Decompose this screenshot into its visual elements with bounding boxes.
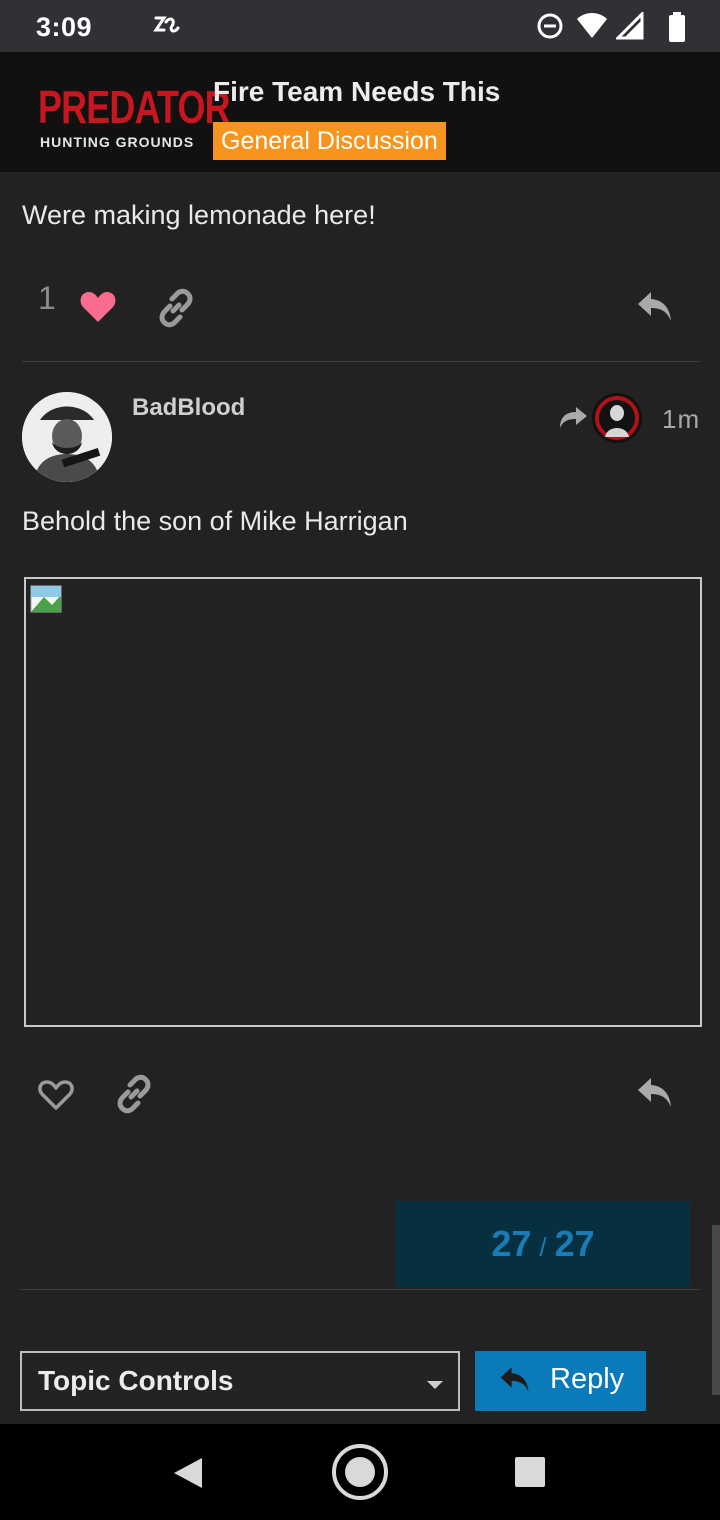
topic-title[interactable]: Fire Team Needs This [213, 76, 500, 108]
avatar[interactable] [22, 392, 112, 482]
reply-to-avatar[interactable] [592, 393, 642, 443]
progress-total: 27 [554, 1223, 595, 1264]
reply-icon[interactable] [636, 1076, 674, 1115]
site-logo[interactable]: PREDATOR HUNTING GROUNDS [38, 84, 231, 154]
chevron-down-icon [426, 1377, 444, 1395]
topic-header: PREDATOR HUNTING GROUNDS Fire Team Needs… [0, 52, 720, 172]
home-icon[interactable] [330, 1442, 390, 1507]
post-age[interactable]: 1m [662, 404, 700, 435]
reply-label: Reply [550, 1363, 625, 1395]
logo-sub-text: HUNTING GROUNDS [40, 134, 195, 150]
status-bar: 3:09 [0, 0, 720, 52]
post-actions [0, 1064, 720, 1124]
recents-icon[interactable] [514, 1456, 546, 1493]
topic-progress[interactable]: 27/27 [396, 1201, 690, 1287]
broken-image-icon [30, 585, 62, 618]
app-notification-icon [152, 12, 180, 43]
category-badge[interactable]: General Discussion [213, 122, 446, 160]
footer-divider [20, 1289, 700, 1290]
post-divider [22, 361, 700, 362]
status-time: 3:09 [36, 12, 93, 42]
post-text: Behold the son of Mike Harrigan [22, 506, 408, 536]
link-icon[interactable] [156, 288, 196, 333]
progress-separator: / [539, 1232, 547, 1262]
scrollbar[interactable] [712, 1225, 720, 1395]
like-count[interactable]: 1 [38, 280, 56, 317]
do-not-disturb-icon [536, 12, 564, 45]
battery-icon [668, 12, 686, 47]
logo-main-text: PREDATOR [38, 81, 231, 133]
reply-icon [499, 1365, 531, 1400]
back-icon[interactable] [172, 1456, 204, 1495]
heart-icon[interactable] [80, 290, 116, 329]
link-icon[interactable] [114, 1074, 154, 1119]
share-arrow-icon[interactable] [558, 405, 588, 434]
previous-post-actions: 1 [0, 278, 720, 338]
username[interactable]: BadBlood [132, 394, 245, 422]
post-image-placeholder[interactable] [24, 577, 702, 1027]
heart-outline-icon[interactable] [38, 1078, 74, 1117]
previous-post-text: Were making lemonade here! [22, 200, 376, 230]
wifi-icon [576, 12, 608, 45]
topic-controls-select[interactable]: Topic Controls [20, 1351, 460, 1411]
topic-controls-label: Topic Controls [38, 1365, 234, 1396]
progress-current: 27 [491, 1223, 532, 1264]
signal-icon [614, 10, 644, 45]
reply-icon[interactable] [636, 290, 674, 329]
reply-button[interactable]: Reply [475, 1351, 646, 1411]
navigation-bar [0, 1424, 720, 1520]
